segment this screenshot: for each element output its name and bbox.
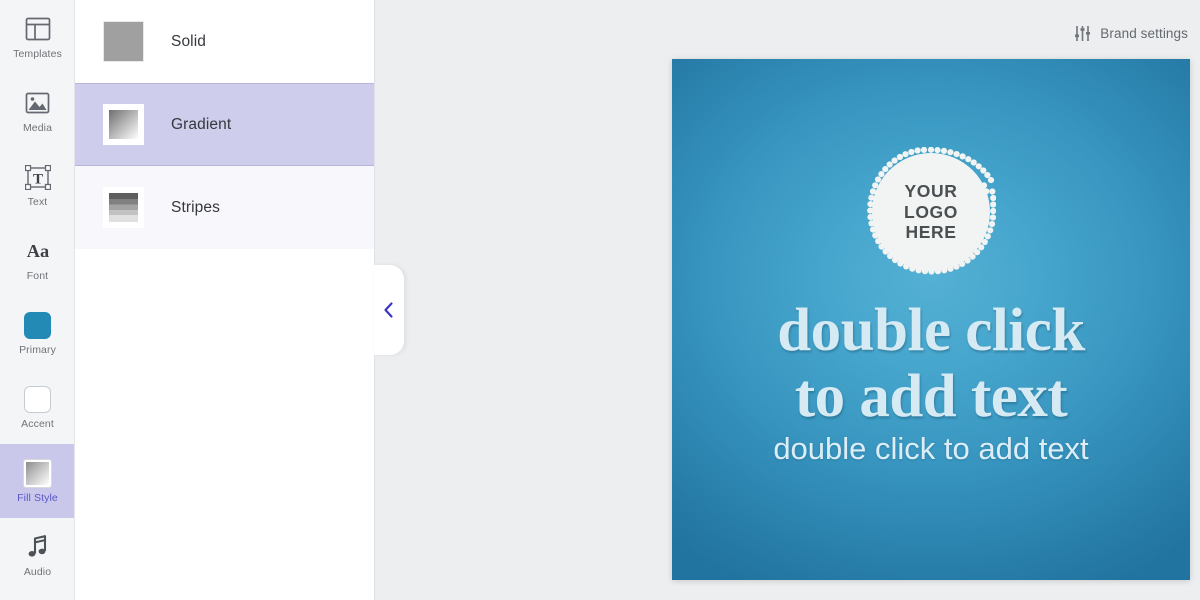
canvas-headline-text[interactable]: double click to add text	[672, 300, 1190, 430]
left-tool-rail: Templates Media T Text Aa Font Primary A…	[0, 0, 75, 600]
collapse-panel-tab[interactable]	[374, 265, 404, 355]
brand-settings-button[interactable]: Brand settings	[1074, 25, 1188, 42]
rail-item-text[interactable]: T Text	[0, 148, 74, 222]
brand-settings-label: Brand settings	[1100, 26, 1188, 41]
rail-label-audio: Audio	[23, 566, 52, 579]
sliders-icon	[1074, 25, 1091, 42]
fill-style-label-stripes: Stripes	[171, 198, 220, 216]
fill-style-option-gradient[interactable]: Gradient	[75, 83, 374, 166]
headline-line-1: double click	[777, 297, 1085, 364]
design-canvas-artboard[interactable]: YOUR LOGO HERE double click to add text …	[672, 59, 1190, 580]
design-editor-app: Templates Media T Text Aa Font Primary A…	[0, 0, 1200, 600]
rail-label-accent: Accent	[21, 418, 54, 431]
rail-item-partial-next[interactable]	[0, 592, 74, 600]
rail-label-fill-style: Fill Style	[17, 492, 58, 505]
chevron-left-icon	[383, 301, 395, 319]
svg-text:T: T	[32, 171, 42, 187]
rail-item-primary[interactable]: Primary	[0, 296, 74, 370]
stripes-swatch	[103, 187, 144, 228]
templates-icon	[23, 14, 53, 44]
rail-item-audio[interactable]: Audio	[0, 518, 74, 592]
headline-line-2: to add text	[794, 362, 1068, 430]
solid-gray-swatch	[103, 21, 144, 62]
svg-text:Aa: Aa	[26, 241, 48, 261]
logo-line-3: HERE	[905, 222, 957, 243]
canvas-subtitle-text[interactable]: double click to add text	[722, 431, 1140, 467]
fill-style-swatch-icon	[23, 458, 53, 488]
rail-label-templates: Templates	[13, 48, 62, 61]
rail-item-templates[interactable]: Templates	[0, 0, 74, 74]
gradient-swatch	[103, 104, 144, 145]
rail-label-media: Media	[22, 122, 53, 135]
rail-item-media[interactable]: Media	[0, 74, 74, 148]
primary-color-swatch-icon	[23, 310, 53, 340]
media-image-icon	[23, 88, 53, 118]
text-box-icon: T	[23, 162, 53, 192]
fill-style-label-gradient: Gradient	[171, 115, 232, 133]
audio-note-icon	[23, 532, 53, 562]
logo-line-1: YOUR	[904, 181, 958, 202]
fill-style-option-stripes[interactable]: Stripes	[75, 166, 374, 249]
rail-item-accent[interactable]: Accent	[0, 370, 74, 444]
fill-style-label-solid: Solid	[171, 32, 206, 50]
rail-label-text: Text	[27, 196, 48, 209]
fill-style-option-solid[interactable]: Solid	[75, 0, 374, 83]
fill-style-panel: Solid Gradient Stripes	[75, 0, 375, 600]
font-aa-icon: Aa	[23, 236, 53, 266]
logo-placeholder-text: YOUR LOGO HERE	[866, 147, 996, 277]
rail-item-font[interactable]: Aa Font	[0, 222, 74, 296]
rail-label-primary: Primary	[19, 344, 56, 357]
rail-item-fill-style[interactable]: Fill Style	[0, 444, 74, 518]
logo-placeholder-badge[interactable]: YOUR LOGO HERE	[866, 147, 996, 277]
rail-label-font: Font	[26, 270, 49, 283]
accent-color-swatch-icon	[23, 384, 53, 414]
logo-line-2: LOGO	[904, 201, 958, 222]
